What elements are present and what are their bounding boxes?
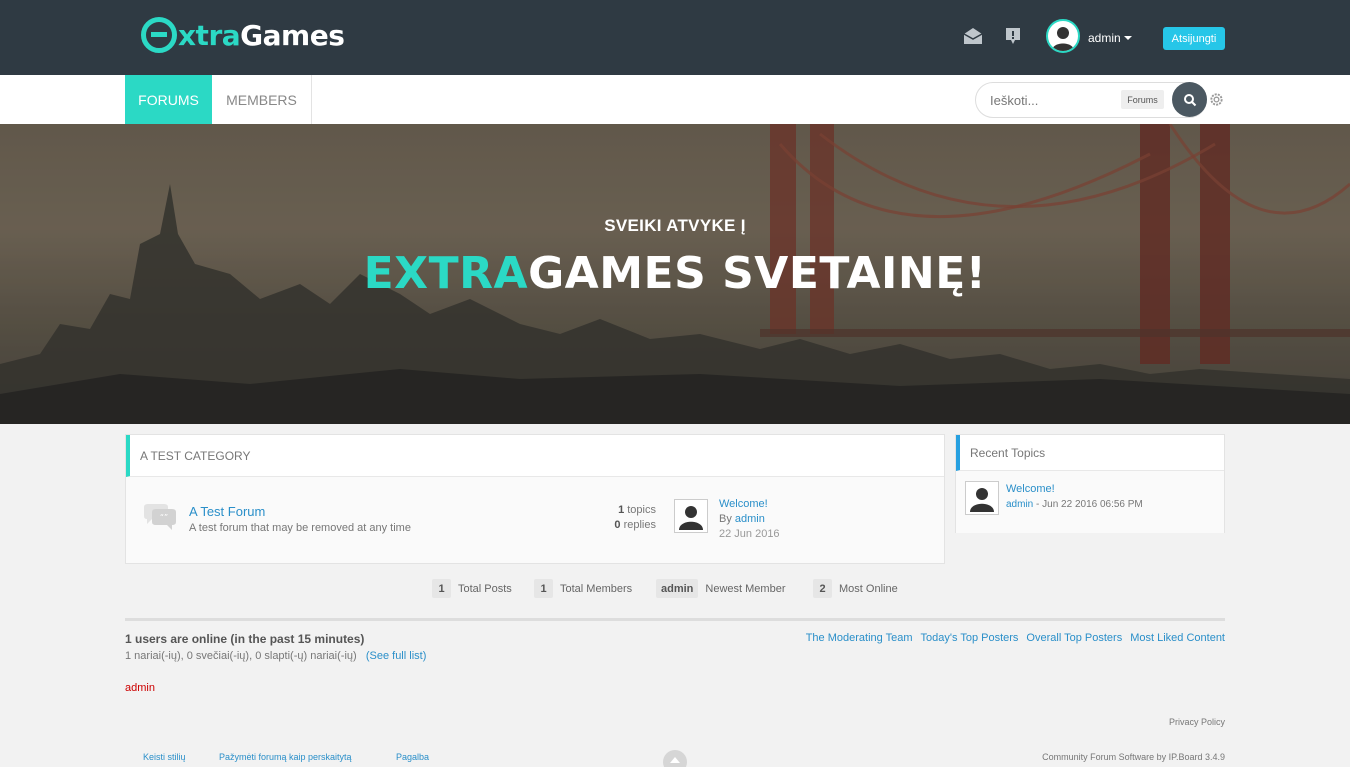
- notification-icon[interactable]: [1004, 27, 1024, 45]
- overall-top-posters-link[interactable]: Overall Top Posters: [1026, 632, 1122, 644]
- hero-title: EXTRAGAMES SVETAINĘ!: [0, 248, 1350, 299]
- newest-member-link[interactable]: admin: [656, 579, 699, 598]
- category-title[interactable]: A Test Category: [140, 449, 250, 463]
- search-input[interactable]: [990, 91, 1115, 109]
- nav-divider: [311, 75, 312, 124]
- hero-subtitle: SVEIKI ATVYKE Į: [604, 216, 746, 235]
- stat-newest-member: admin Newest Member: [656, 579, 785, 598]
- last-post-date: 22 Jun 2016: [719, 528, 780, 540]
- recent-topic-item: Welcome! admin - Jun 22 2016 06:56 PM: [956, 471, 1224, 533]
- recent-topics-panel: Recent Topics Welcome! admin - Jun 22 20…: [955, 434, 1225, 533]
- search-scope-selector[interactable]: Forums: [1121, 90, 1164, 109]
- svg-text:“”: “”: [160, 513, 168, 522]
- top-header: xtraGames admin Atsijungti: [0, 0, 1350, 75]
- logo-e-icon: [141, 17, 177, 53]
- last-poster-avatar[interactable]: [674, 499, 708, 533]
- forum-description: A test forum that may be removed at any …: [189, 522, 411, 534]
- user-avatar[interactable]: [1046, 19, 1080, 53]
- chevron-down-icon[interactable]: [1124, 36, 1132, 40]
- category-panel: A Test Category “” A Test Forum A test f…: [125, 434, 945, 564]
- recent-topics-title: Recent Topics: [970, 446, 1046, 460]
- hero-banner: SVEIKI ATVYKE Į EXTRAGAMES SVETAINĘ!: [0, 124, 1350, 424]
- back-to-top-button[interactable]: [663, 750, 687, 767]
- section-divider: [125, 618, 1225, 621]
- privacy-policy-link[interactable]: Privacy Policy: [1169, 717, 1225, 727]
- stat-total-members: 1 Total Members: [534, 579, 632, 598]
- logo-games-text: Games: [240, 18, 345, 52]
- recent-topic-link[interactable]: Welcome!: [1006, 483, 1055, 495]
- tab-forums[interactable]: Forums: [125, 75, 212, 124]
- see-full-list-link[interactable]: (See full list): [366, 650, 427, 662]
- last-post-author-link[interactable]: admin: [735, 513, 765, 525]
- tab-members[interactable]: Members: [212, 75, 311, 124]
- search-button[interactable]: [1172, 82, 1207, 117]
- stat-most-online: 2 Most Online: [813, 579, 898, 598]
- stat-total-posts: 1 Total Posts: [432, 579, 512, 598]
- gear-icon[interactable]: [1209, 92, 1224, 107]
- online-users-title: 1 users are online (in the past 15 minut…: [125, 632, 365, 646]
- recent-topic-author[interactable]: admin: [1006, 499, 1033, 510]
- forum-chat-icon: “”: [142, 503, 178, 533]
- forum-link[interactable]: A Test Forum: [189, 504, 265, 519]
- forum-replies-count: 0 replies: [614, 519, 656, 531]
- user-menu-name[interactable]: admin: [1088, 31, 1121, 45]
- forum-row: “” A Test Forum A test forum that may be…: [126, 477, 944, 563]
- online-user-link[interactable]: admin: [125, 682, 155, 694]
- hero-title-accent: EXTRA: [363, 248, 529, 299]
- forum-topics-count: 1 topics: [618, 504, 656, 516]
- mark-read-link[interactable]: Pažymėti forumą kaip perskaitytą: [219, 752, 352, 762]
- last-post-author: By admin: [719, 513, 765, 525]
- category-header: A Test Category: [126, 435, 944, 477]
- last-post-link[interactable]: Welcome!: [719, 498, 768, 510]
- logo-extra-text: xtra: [178, 18, 241, 52]
- change-skin-link[interactable]: Keisti stilių: [143, 752, 186, 762]
- hero-title-rest: GAMES SVETAINĘ!: [528, 248, 987, 299]
- recent-topics-header: Recent Topics: [956, 435, 1224, 471]
- copyright-text: Community Forum Software by IP.Board 3.4…: [1042, 752, 1225, 762]
- site-logo[interactable]: xtraGames: [141, 15, 345, 55]
- help-link[interactable]: Pagalba: [396, 752, 429, 762]
- most-liked-content-link[interactable]: Most Liked Content: [1130, 632, 1225, 644]
- topic-author-avatar[interactable]: [965, 481, 999, 515]
- logout-button[interactable]: Atsijungti: [1163, 27, 1225, 50]
- online-users-breakdown: 1 nariai(-ių), 0 svečiai(-ių), 0 slapti(…: [125, 650, 427, 662]
- recent-topic-meta: admin - Jun 22 2016 06:56 PM: [1006, 499, 1143, 510]
- moderating-team-link[interactable]: The Moderating Team: [806, 632, 913, 644]
- quick-links: The Moderating Team Today's Top Posters …: [806, 632, 1225, 644]
- envelope-icon[interactable]: [963, 27, 983, 45]
- todays-top-posters-link[interactable]: Today's Top Posters: [921, 632, 1019, 644]
- search-icon: [1183, 93, 1196, 106]
